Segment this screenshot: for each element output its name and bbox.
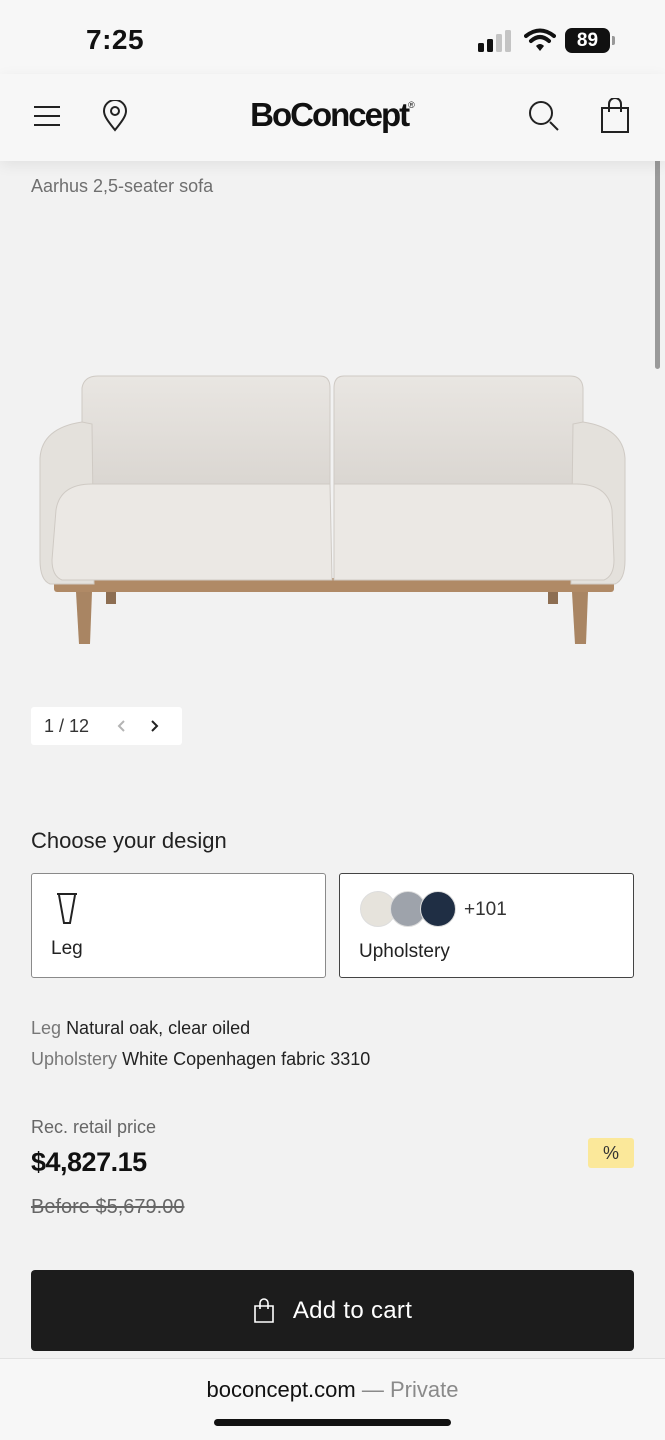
shopping-bag-icon [253, 1297, 275, 1324]
brand-logo[interactable]: BoConcept® [0, 96, 665, 134]
url-separator: — [355, 1377, 390, 1402]
wifi-icon [524, 28, 556, 51]
image-pager: 1 / 12 [31, 707, 182, 745]
spec-value: Natural oak, clear oiled [66, 1018, 251, 1038]
option-label-leg: Leg [51, 938, 83, 959]
design-option-leg[interactable]: Leg [31, 873, 326, 978]
shopping-bag-icon[interactable] [595, 96, 635, 136]
discount-badge: % [588, 1138, 634, 1168]
spec-value: White Copenhagen fabric 3310 [122, 1049, 371, 1069]
option-label-upholstery: Upholstery [359, 941, 450, 962]
status-bar: 7:25 89 [0, 0, 665, 74]
battery-level: 89 [565, 28, 610, 53]
previous-price: Before $5,679.00 [31, 1196, 185, 1218]
home-indicator[interactable] [214, 1419, 451, 1426]
design-option-upholstery[interactable]: +101 Upholstery [339, 873, 634, 978]
spec-key: Leg [31, 1018, 62, 1038]
design-section-title: Choose your design [31, 828, 227, 853]
swatch-more-count: +101 [464, 899, 507, 920]
url-domain: boconcept.com [206, 1377, 356, 1402]
image-counter: 1 / 12 [44, 715, 90, 736]
add-to-cart-button[interactable]: Add to cart [31, 1270, 634, 1351]
chevron-left-icon[interactable] [106, 710, 138, 742]
add-to-cart-label: Add to cart [292, 1296, 413, 1324]
spec-key: Upholstery [31, 1049, 118, 1069]
search-icon[interactable] [524, 96, 564, 136]
spec-leg: Leg Natural oak, clear oiled [31, 1018, 250, 1039]
signal-icon [478, 30, 511, 52]
brand-trademark: ® [408, 100, 415, 110]
spec-upholstery: Upholstery White Copenhagen fabric 3310 [31, 1049, 370, 1070]
product-image-sofa[interactable] [30, 330, 635, 660]
battery-icon: 89 [565, 28, 615, 53]
current-price: $4,827.15 [31, 1147, 147, 1177]
table-leg-icon [57, 893, 77, 924]
price-label: Rec. retail price [31, 1117, 157, 1137]
site-header: BoConcept® [0, 74, 665, 161]
product-name: Aarhus 2,5-seater sofa [31, 176, 214, 196]
brand-name: BoConcept [250, 96, 410, 133]
status-time: 7:25 [86, 24, 145, 55]
url-display[interactable]: boconcept.com — Private [0, 1377, 665, 1403]
chevron-right-icon[interactable] [138, 710, 170, 742]
browser-address-bar[interactable]: boconcept.com — Private [0, 1358, 665, 1440]
private-mode-label: Private [389, 1377, 459, 1402]
swatch-navy-fabric [420, 891, 456, 927]
